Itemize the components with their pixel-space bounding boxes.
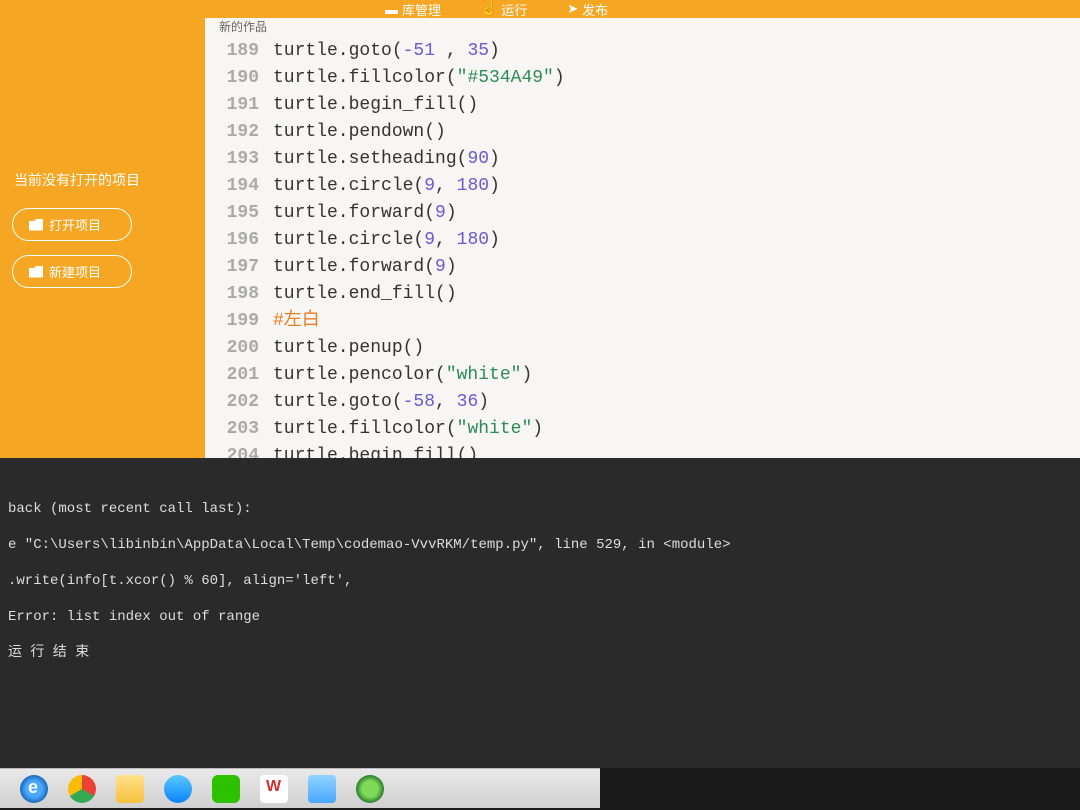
taskbar-wechat[interactable] [202, 770, 250, 808]
lib-manage-button[interactable]: ▬ 库管理 [385, 0, 441, 18]
line-number: 190 [205, 65, 273, 92]
publish-button[interactable]: ➤ 发布 [567, 0, 608, 18]
code-text: turtle.fillcolor("#534A49") [273, 65, 1080, 92]
code-line: 190turtle.fillcolor("#534A49") [205, 65, 1080, 92]
line-number: 198 [205, 281, 273, 308]
code-text: turtle.circle(9, 180) [273, 173, 1080, 200]
terminal-line: e "C:\Users\libinbin\AppData\Local\Temp\… [8, 536, 1072, 554]
taskbar-chrome[interactable] [58, 770, 106, 808]
line-number: 202 [205, 389, 273, 416]
code-text: turtle.pendown() [273, 119, 1080, 146]
line-number: 194 [205, 173, 273, 200]
media-icon [164, 775, 192, 803]
code-text: turtle.forward(9) [273, 200, 1080, 227]
taskbar-media[interactable] [154, 770, 202, 808]
taskbar-files[interactable] [106, 770, 154, 808]
folder-icon [116, 775, 144, 803]
code-text: turtle.pencolor("white") [273, 362, 1080, 389]
code-line: 203turtle.fillcolor("white") [205, 416, 1080, 443]
code-line: 196turtle.circle(9, 180) [205, 227, 1080, 254]
terminal-line: .write(info[t.xcor() % 60], align='left'… [8, 572, 1072, 590]
code-text: turtle.begin_fill() [273, 443, 1080, 458]
code-line: 199#左白 [205, 308, 1080, 335]
code-text: turtle.circle(9, 180) [273, 227, 1080, 254]
open-project-label: 打开项目 [49, 215, 101, 234]
line-number: 197 [205, 254, 273, 281]
line-number: 191 [205, 92, 273, 119]
taskbar-wps[interactable] [250, 770, 298, 808]
wps-icon [260, 775, 288, 803]
code-text: turtle.end_fill() [273, 281, 1080, 308]
code-text: turtle.goto(-58, 36) [273, 389, 1080, 416]
line-number: 203 [205, 416, 273, 443]
folder-icon [29, 219, 43, 231]
code-text: turtle.penup() [273, 335, 1080, 362]
taskbar-ie[interactable] [10, 770, 58, 808]
new-project-button[interactable]: 新建项目 [12, 255, 132, 288]
code-text: turtle.fillcolor("white") [273, 416, 1080, 443]
run-button[interactable]: ☝ 运行 [481, 0, 527, 18]
globe-icon [356, 775, 384, 803]
code-line: 189turtle.goto(-51 , 35) [205, 38, 1080, 65]
book-icon: ▬ [385, 2, 398, 17]
notepad-icon [308, 775, 336, 803]
code-text: turtle.setheading(90) [273, 146, 1080, 173]
sidebar: 当前没有打开的项目 打开项目 新建项目 [0, 0, 205, 458]
taskbar [0, 768, 600, 808]
line-number: 196 [205, 227, 273, 254]
terminal-line: 运 行 结 束 [8, 644, 1072, 662]
code-text: turtle.forward(9) [273, 254, 1080, 281]
terminal-line: back (most recent call last): [8, 500, 1072, 518]
folder-icon [29, 266, 43, 278]
terminal-line: Error: list index out of range [8, 608, 1072, 626]
line-number: 201 [205, 362, 273, 389]
wechat-icon [212, 775, 240, 803]
code-line: 192turtle.pendown() [205, 119, 1080, 146]
code-line: 195turtle.forward(9) [205, 200, 1080, 227]
taskbar-browser[interactable] [346, 770, 394, 808]
code-line: 197turtle.forward(9) [205, 254, 1080, 281]
no-project-label: 当前没有打开的项目 [14, 170, 205, 190]
tab-label[interactable]: 新的作品 [205, 20, 267, 34]
hand-icon: ☝ [481, 1, 497, 17]
line-number: 192 [205, 119, 273, 146]
line-number: 189 [205, 38, 273, 65]
code-line: 202turtle.goto(-58, 36) [205, 389, 1080, 416]
open-project-button[interactable]: 打开项目 [12, 208, 132, 241]
editor-panel: ▬ 库管理 ☝ 运行 ➤ 发布 新的作品 189turtle.goto(-51 … [205, 0, 1080, 458]
code-editor[interactable]: 189turtle.goto(-51 , 35)190turtle.fillco… [205, 34, 1080, 458]
code-line: 193turtle.setheading(90) [205, 146, 1080, 173]
code-line: 194turtle.circle(9, 180) [205, 173, 1080, 200]
line-number: 195 [205, 200, 273, 227]
tab-row: 新的作品 [205, 18, 1080, 34]
new-project-label: 新建项目 [49, 262, 101, 281]
code-line: 204turtle.begin_fill() [205, 443, 1080, 458]
code-line: 201turtle.pencolor("white") [205, 362, 1080, 389]
ie-icon [20, 775, 48, 803]
code-text: turtle.begin_fill() [273, 92, 1080, 119]
code-line: 191turtle.begin_fill() [205, 92, 1080, 119]
taskbar-notepad[interactable] [298, 770, 346, 808]
editor-header: ▬ 库管理 ☝ 运行 ➤ 发布 [205, 0, 1080, 18]
code-line: 200turtle.penup() [205, 335, 1080, 362]
line-number: 200 [205, 335, 273, 362]
terminal-output[interactable]: back (most recent call last): e "C:\User… [0, 458, 1080, 768]
line-number: 204 [205, 443, 273, 458]
send-icon: ➤ [567, 1, 578, 17]
chrome-icon [68, 775, 96, 803]
line-number: 199 [205, 308, 273, 335]
line-number: 193 [205, 146, 273, 173]
code-text: #左白 [273, 308, 1080, 335]
code-line: 198turtle.end_fill() [205, 281, 1080, 308]
code-text: turtle.goto(-51 , 35) [273, 38, 1080, 65]
